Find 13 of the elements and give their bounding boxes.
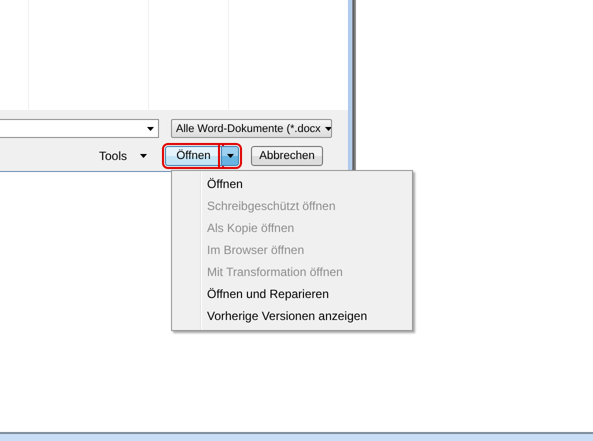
menu-item[interactable]: Öffnen — [174, 173, 410, 195]
menu-item[interactable]: Vorherige Versionen anzeigen — [174, 305, 410, 327]
dropdown-arrow-icon — [147, 126, 154, 130]
cancel-button[interactable]: Abbrechen — [251, 146, 324, 166]
dropdown-arrow-icon — [324, 126, 331, 130]
tools-menu-button[interactable]: Tools — [99, 149, 148, 163]
menu-item[interactable]: Öffnen und Reparieren — [174, 283, 410, 305]
open-options-button[interactable] — [221, 146, 240, 166]
file-type-dropdown[interactable]: Alle Word-Dokumente (*.docx — [171, 119, 332, 138]
caret-icon — [226, 154, 234, 158]
file-name-field[interactable] — [0, 119, 159, 138]
caret-icon — [140, 154, 148, 158]
open-button[interactable]: Öffnen — [165, 146, 222, 166]
